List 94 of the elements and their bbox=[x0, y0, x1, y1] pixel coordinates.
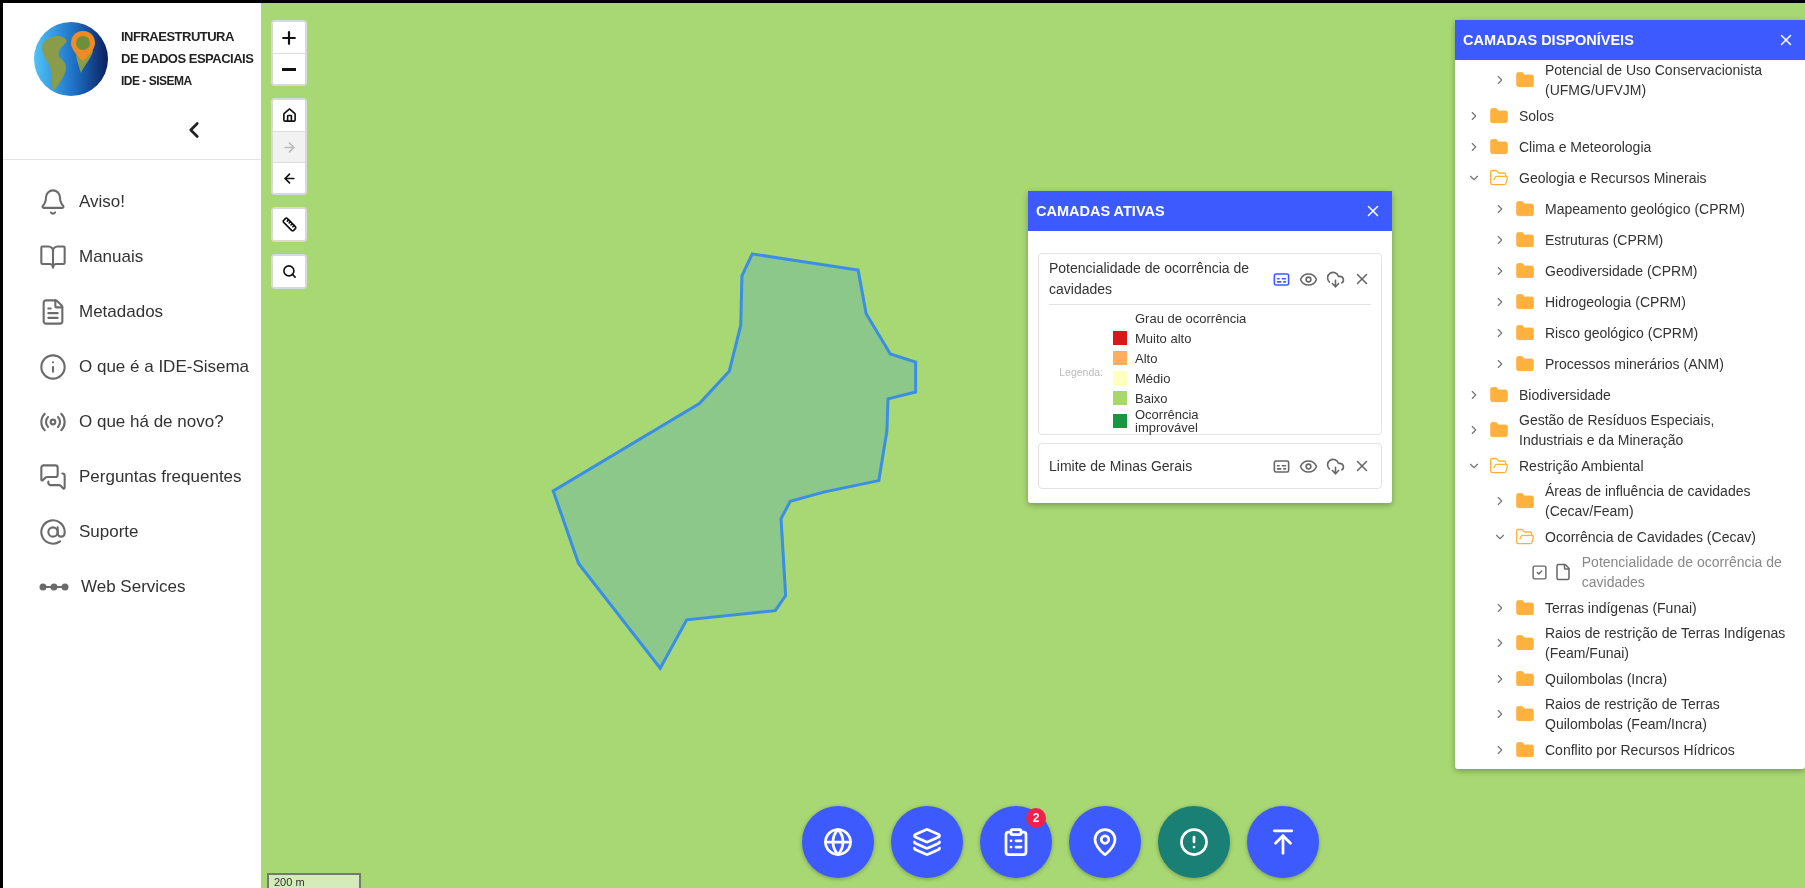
menu-item[interactable]: O que é a IDE-Sisema bbox=[79, 356, 250, 377]
legend-item: Médio bbox=[1135, 371, 1172, 385]
list-button[interactable]: 2 bbox=[980, 806, 1052, 878]
minus-icon bbox=[282, 67, 296, 71]
folder-label[interactable]: Geodiversidade (CPRM) bbox=[1545, 260, 1698, 281]
logo-text: DE DADOS ESPACIAIS bbox=[121, 50, 254, 68]
folder-label[interactable]: Mapeamento geológico (CPRM) bbox=[1545, 198, 1745, 219]
download-button[interactable] bbox=[1326, 456, 1345, 476]
menu-item[interactable]: Suporte bbox=[79, 521, 139, 542]
layers-button[interactable] bbox=[891, 806, 963, 878]
home-icon bbox=[281, 108, 297, 123]
menu-item[interactable]: Manuais bbox=[79, 246, 144, 267]
folder-icon bbox=[1515, 229, 1535, 250]
folder-label[interactable]: Potencial de Uso Conservacionista (UFMG/UFVJM) bbox=[1545, 60, 1777, 100]
folder-label[interactable]: Quilombolas (Incra) bbox=[1545, 668, 1668, 689]
folder-icon bbox=[1515, 353, 1535, 374]
menu-item[interactable]: Aviso! bbox=[79, 191, 125, 212]
folder-icon bbox=[1489, 136, 1509, 157]
folder-icon bbox=[1515, 198, 1535, 219]
layers-icon bbox=[912, 827, 942, 857]
notification-badge: 2 bbox=[1026, 808, 1046, 828]
folder-label[interactable]: Áreas de influência de cavidades (Cecav/Feam) bbox=[1545, 481, 1799, 521]
search-icon bbox=[281, 264, 297, 279]
legend-item: Baixo bbox=[1135, 391, 1169, 405]
legend-item: Alto bbox=[1135, 351, 1159, 365]
folder-label[interactable]: Hidrogeologia (CPRM) bbox=[1545, 291, 1686, 312]
folder-icon bbox=[1489, 105, 1509, 126]
legend-item: Muito alto bbox=[1135, 331, 1193, 345]
menu-item[interactable]: Web Services bbox=[81, 576, 186, 597]
folder-icon bbox=[1489, 384, 1509, 405]
folder-label[interactable]: Raios de restrição de Terras Quilombolas (Feam/Incra) bbox=[1545, 694, 1799, 734]
info-icon bbox=[39, 352, 67, 381]
folder-label[interactable]: Terras indígenas (Funai) bbox=[1545, 597, 1697, 618]
folder-label[interactable]: Geologia e Recursos Minerais bbox=[1519, 167, 1707, 188]
arrow-right-icon bbox=[281, 139, 297, 155]
book-icon bbox=[39, 242, 67, 271]
alert-icon bbox=[1179, 827, 1209, 857]
pin-button[interactable] bbox=[1069, 806, 1141, 878]
layer-name: Limite de Minas Gerais bbox=[1049, 456, 1194, 476]
folder-label[interactable]: Restrição Ambiental bbox=[1519, 455, 1644, 476]
folder-icon bbox=[1515, 260, 1535, 281]
dots-icon bbox=[39, 581, 69, 592]
legend-label: Legenda: bbox=[1058, 365, 1103, 378]
chat-icon bbox=[39, 462, 67, 491]
folder-icon bbox=[1515, 70, 1535, 90]
folder-open-icon bbox=[1489, 455, 1509, 476]
ruler-icon bbox=[281, 217, 297, 232]
folder-label[interactable]: Conflito por Recursos Hídricos bbox=[1545, 739, 1735, 760]
scale-bar: 200 m bbox=[267, 873, 361, 888]
folder-label[interactable]: Ocorrência de Cavidades (Cecav) bbox=[1545, 526, 1756, 547]
folder-label[interactable]: Clima e Meteorologia bbox=[1519, 136, 1652, 157]
folder-icon bbox=[1515, 491, 1535, 511]
folder-open-icon bbox=[1489, 167, 1509, 188]
folder-icon bbox=[1515, 704, 1535, 724]
legend-title: Grau de ocorrência bbox=[1134, 310, 1247, 328]
upload-button[interactable] bbox=[1247, 806, 1319, 878]
folder-label[interactable]: Biodiversidade bbox=[1519, 384, 1611, 405]
zoom-out-button[interactable] bbox=[273, 53, 305, 84]
folder-icon bbox=[1515, 668, 1535, 689]
cloud-download-icon bbox=[1326, 269, 1345, 289]
folder-label[interactable]: Estruturas (CPRM) bbox=[1545, 229, 1664, 250]
folder-icon bbox=[1515, 597, 1535, 618]
legend-item: Ocorrência improvável bbox=[1135, 408, 1200, 434]
cloud-download-icon bbox=[1326, 456, 1345, 476]
folder-label[interactable]: Solos bbox=[1519, 105, 1555, 126]
download-button[interactable] bbox=[1326, 269, 1345, 289]
folder-icon bbox=[1515, 322, 1535, 343]
folder-icon bbox=[1515, 291, 1535, 312]
folder-label[interactable]: Gestão de Resíduos Especiais, Industriais e da Mineração bbox=[1519, 410, 1777, 450]
menu-item[interactable]: Perguntas frequentes bbox=[79, 466, 242, 487]
folder-icon bbox=[1515, 633, 1535, 653]
logo-text: INFRAESTRUTURA bbox=[121, 28, 235, 46]
at-sign-icon bbox=[39, 517, 67, 546]
panel-title: CAMADAS DISPONÍVEIS bbox=[1463, 32, 1634, 48]
file-icon bbox=[1553, 563, 1572, 581]
checked-box-icon bbox=[1531, 563, 1548, 581]
folder-open-icon bbox=[1515, 526, 1535, 547]
map[interactable] bbox=[261, 3, 1805, 888]
folder-label[interactable]: Risco geológico (CPRM) bbox=[1545, 322, 1699, 343]
layer-label[interactable]: Potencialidade de ocorrência de cavidades bbox=[1581, 552, 1799, 592]
alert-button[interactable] bbox=[1158, 806, 1230, 878]
layer-name: Potencialidade de ocorrência de cavidades bbox=[1049, 259, 1251, 299]
back-button[interactable] bbox=[273, 162, 305, 193]
menu-item[interactable]: Metadados bbox=[79, 301, 164, 322]
logo-text: IDE - SISEMA bbox=[121, 73, 193, 90]
panel-title: CAMADAS ATIVAS bbox=[1036, 203, 1165, 219]
folder-icon bbox=[1515, 739, 1535, 760]
bell-icon bbox=[39, 187, 67, 216]
globe-icon bbox=[823, 827, 853, 857]
folder-label[interactable]: Processos minerários (ANM) bbox=[1545, 353, 1724, 374]
globe-button[interactable] bbox=[802, 806, 874, 878]
menu-item[interactable]: O que há de novo? bbox=[79, 411, 224, 432]
folder-icon bbox=[1489, 420, 1509, 440]
folder-label[interactable]: Raios de restrição de Terras Indígenas (Feam/Funai) bbox=[1545, 623, 1799, 663]
